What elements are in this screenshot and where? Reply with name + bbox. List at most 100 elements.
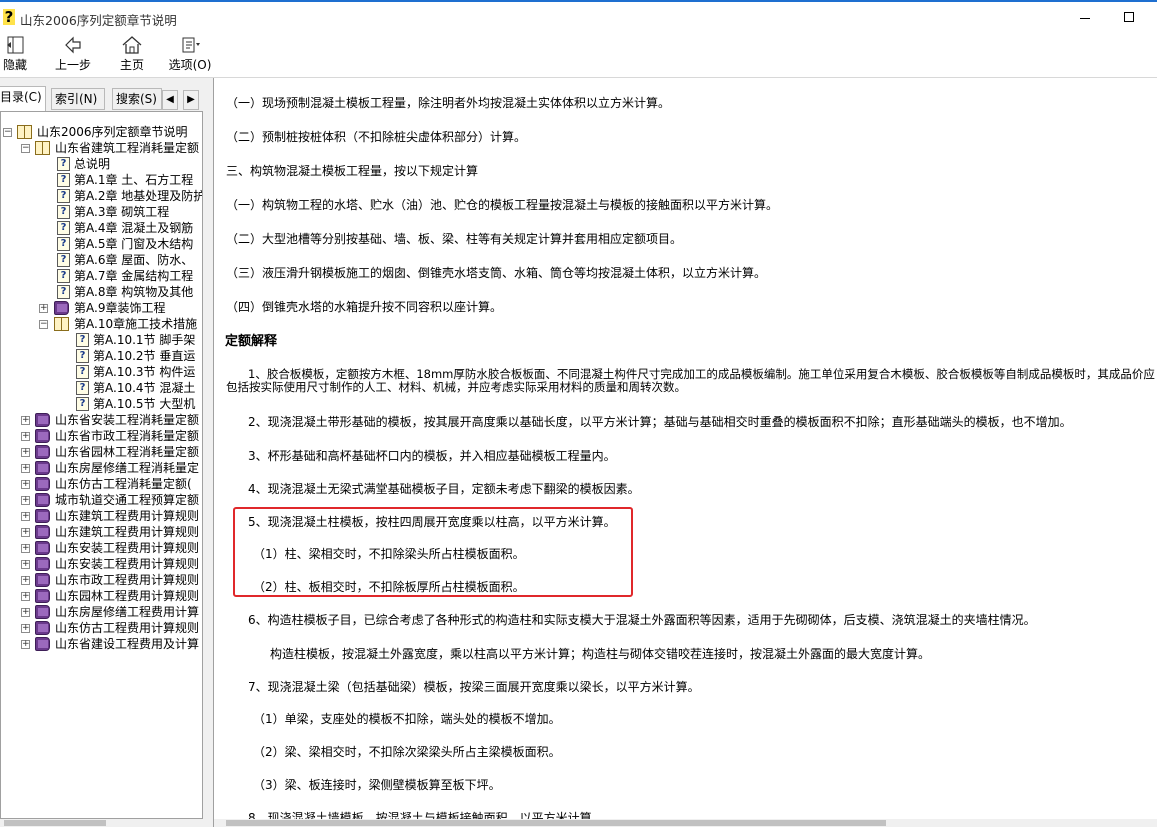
expand-icon[interactable]: + bbox=[21, 512, 30, 521]
closed-book-icon bbox=[35, 525, 50, 539]
closed-book-icon bbox=[54, 301, 69, 315]
expand-icon[interactable]: + bbox=[21, 560, 30, 569]
help-page-icon: ? bbox=[76, 333, 89, 347]
home-button[interactable]: 主页 bbox=[118, 35, 146, 75]
closed-book-icon bbox=[35, 413, 50, 427]
tree-item-label: 山东省市政工程消耗量定额 bbox=[55, 429, 200, 443]
expand-icon[interactable]: + bbox=[21, 576, 30, 585]
tree-item-label: 山东建筑工程费用计算规则 bbox=[55, 509, 200, 523]
expand-icon[interactable]: + bbox=[21, 592, 30, 601]
closed-book-icon bbox=[35, 573, 50, 587]
tree-item-label: 第A.5章 门窗及木结构 bbox=[74, 237, 194, 251]
tree-item-label: 第A.2章 地基处理及防护 bbox=[74, 189, 203, 203]
tab-contents[interactable]: 目录(C) bbox=[0, 86, 46, 111]
tab-index[interactable]: 索引(N) bbox=[51, 88, 105, 110]
expand-icon[interactable]: + bbox=[21, 496, 30, 505]
help-window: ? 山东2006序列定额章节说明 隐藏 上一步 主页 选项(O) 目录(C) 索… bbox=[0, 0, 1157, 827]
tree-item-label: 城市轨道交通工程预算定额 bbox=[55, 493, 200, 507]
help-app-icon: ? bbox=[3, 8, 15, 26]
open-book-icon bbox=[17, 125, 32, 139]
tree-item-label: 第A.7章 金属结构工程 bbox=[74, 269, 194, 283]
tree-item-label: 第A.10.3节 构件运 bbox=[93, 365, 196, 379]
content-paragraph: （二）大型池槽等分别按基础、墙、板、梁、柱等有关规定计算并套用相应定额项目。 bbox=[226, 232, 683, 246]
tree-item-label: 第A.10.1节 脚手架 bbox=[93, 333, 196, 347]
help-page-icon: ? bbox=[57, 237, 70, 251]
tree-item-label: 山东2006序列定额章节说明 bbox=[37, 125, 188, 139]
expand-icon[interactable]: + bbox=[21, 432, 30, 441]
closed-book-icon bbox=[35, 621, 50, 635]
tree-item-label: 第A.1章 土、石方工程 bbox=[74, 173, 194, 187]
content-paragraph: 三、构筑物混凝土模板工程量，按以下规定计算 bbox=[226, 164, 479, 178]
pane-splitter[interactable] bbox=[205, 78, 213, 827]
hide-button[interactable]: 隐藏 bbox=[2, 35, 28, 75]
collapse-icon[interactable]: − bbox=[21, 144, 30, 153]
closed-book-icon bbox=[35, 445, 50, 459]
closed-book-icon bbox=[35, 493, 50, 507]
red-highlight-box bbox=[233, 507, 633, 597]
tree-item-label: 山东市政工程费用计算规则 bbox=[55, 573, 200, 587]
triangle-right-icon: ▶ bbox=[187, 94, 195, 105]
closed-book-icon bbox=[35, 637, 50, 651]
expand-icon[interactable]: + bbox=[21, 528, 30, 537]
expand-icon[interactable]: + bbox=[21, 544, 30, 553]
topic-content: （一）现场预制混凝土模板工程量，除注明者外均按混凝土实体体积以立方米计算。 （二… bbox=[213, 78, 1157, 827]
content-horizontal-scrollbar[interactable] bbox=[214, 819, 1157, 827]
expand-icon[interactable]: + bbox=[21, 480, 30, 489]
tree-item-label: 总说明 bbox=[74, 157, 111, 171]
tab-search[interactable]: 搜索(S) bbox=[112, 88, 162, 110]
content-paragraph: （2）梁、梁相交时，不扣除次梁梁头所占主梁模板面积。 bbox=[253, 745, 561, 759]
content-paragraph: 2、现浇混凝土带形基础的模板，按其展开高度乘以基础长度，以平方米计算；基础与基础… bbox=[248, 415, 1072, 429]
scrollbar-thumb[interactable] bbox=[226, 820, 886, 826]
expand-icon[interactable]: + bbox=[39, 304, 48, 313]
tree-item-label: 第A.6章 屋面、防水、 bbox=[74, 253, 194, 267]
options-button[interactable]: 选项(O) bbox=[168, 35, 212, 75]
content-paragraph: （1）单梁，支座处的模板不扣除，端头处的模板不增加。 bbox=[253, 712, 561, 726]
open-book-icon bbox=[35, 141, 50, 155]
toolbar: 隐藏 上一步 主页 选项(O) bbox=[0, 33, 1157, 78]
back-button[interactable]: 上一步 bbox=[54, 35, 92, 75]
content-paragraph: 1、胶合板模板，定额按方木框、18mm厚防水胶合板板面、不同混凝土构件尺寸完成加… bbox=[226, 367, 1155, 394]
tree-horizontal-scrollbar[interactable] bbox=[0, 819, 205, 827]
tree-item-label: 山东仿古工程消耗量定额( bbox=[55, 477, 192, 491]
expand-icon[interactable]: + bbox=[21, 640, 30, 649]
maximize-button[interactable] bbox=[1124, 12, 1134, 22]
open-book-icon bbox=[54, 317, 69, 331]
triangle-left-icon: ◀ bbox=[166, 94, 174, 105]
help-page-icon: ? bbox=[76, 397, 89, 411]
expand-icon[interactable]: + bbox=[21, 448, 30, 457]
collapse-icon[interactable]: − bbox=[3, 128, 12, 137]
closed-book-icon bbox=[35, 429, 50, 443]
expand-icon[interactable]: + bbox=[21, 624, 30, 633]
tree-item-label: 山东建筑工程费用计算规则 bbox=[55, 525, 200, 539]
tab-scroll-right-button[interactable]: ▶ bbox=[183, 90, 199, 110]
expand-icon[interactable]: + bbox=[21, 464, 30, 473]
help-page-icon: ? bbox=[76, 381, 89, 395]
minimize-button[interactable] bbox=[1080, 18, 1090, 19]
closed-book-icon bbox=[35, 557, 50, 571]
content-paragraph: 3、杯形基础和高杯基础杯口内的模板，并入相应基础模板工程量内。 bbox=[248, 449, 616, 463]
collapse-icon[interactable]: − bbox=[39, 320, 48, 329]
expand-icon[interactable]: + bbox=[21, 608, 30, 617]
tree-item-label: 山东省建筑工程消耗量定额 bbox=[55, 141, 200, 155]
help-page-icon: ? bbox=[57, 253, 70, 267]
closed-book-icon bbox=[35, 605, 50, 619]
content-paragraph: （三）液压滑升钢模板施工的烟囱、倒锥壳水塔支筒、水箱、筒仓等均按混凝土体积，以立… bbox=[226, 266, 767, 280]
home-icon bbox=[122, 36, 142, 54]
scrollbar-thumb[interactable] bbox=[4, 820, 106, 826]
help-page-icon: ? bbox=[57, 157, 70, 171]
content-paragraph: （3）梁、板连接时，梁侧壁模板算至板下坪。 bbox=[253, 778, 501, 792]
help-page-icon: ? bbox=[57, 269, 70, 283]
help-page-icon: ? bbox=[57, 189, 70, 203]
tree-item-label: 山东园林工程费用计算规则 bbox=[55, 589, 200, 603]
tree-item-label: 第A.10章施工技术措施 bbox=[74, 317, 198, 331]
content-paragraph: （四）倒锥壳水塔的水箱提升按不同容积以座计算。 bbox=[226, 300, 503, 314]
expand-icon[interactable]: + bbox=[21, 416, 30, 425]
help-page-icon: ? bbox=[57, 221, 70, 235]
home-label: 主页 bbox=[119, 58, 144, 72]
content-paragraph: （一）现场预制混凝土模板工程量，除注明者外均按混凝土实体体积以立方米计算。 bbox=[226, 96, 671, 110]
tree-item-label: 山东安装工程费用计算规则 bbox=[55, 541, 200, 555]
tab-scroll-left-button[interactable]: ◀ bbox=[162, 90, 178, 110]
window-title: 山东2006序列定额章节说明 bbox=[20, 13, 177, 28]
tab-contents-label: 目录(C) bbox=[0, 90, 42, 104]
nav-tabs: 目录(C) 索引(N) 搜索(S) ◀ ▶ bbox=[0, 86, 205, 111]
